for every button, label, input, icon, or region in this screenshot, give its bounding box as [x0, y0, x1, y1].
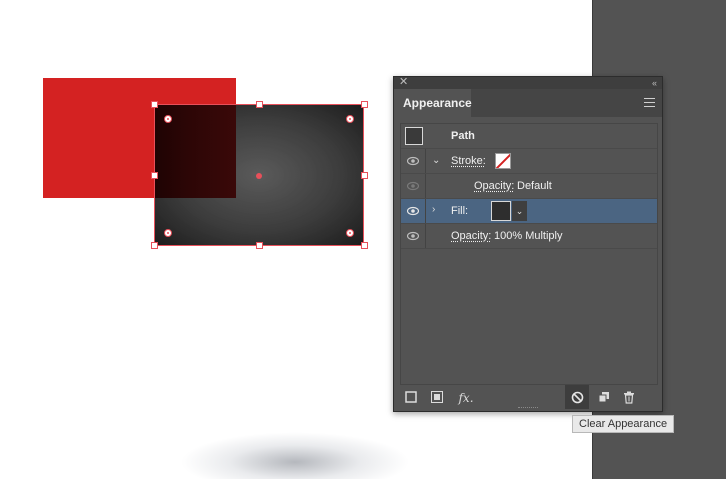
panel-tab-bar: Appearance — [394, 89, 662, 117]
duplicate-item-icon[interactable] — [597, 391, 611, 405]
list-item-stroke-opacity[interactable]: Opacity: Default — [401, 174, 657, 199]
close-icon[interactable]: ✕ — [399, 76, 408, 88]
path-thumbnail — [405, 127, 423, 145]
chevron-right-icon[interactable]: › — [432, 204, 435, 215]
list-item-path[interactable]: Path — [401, 124, 657, 149]
live-corner-widget[interactable] — [164, 115, 172, 123]
delete-item-icon[interactable] — [622, 391, 636, 405]
opacity-label[interactable]: Opacity: — [474, 180, 514, 192]
resize-handle-left[interactable] — [151, 172, 158, 179]
tab-appearance[interactable]: Appearance — [394, 89, 472, 117]
resize-handle-bottom-left[interactable] — [151, 242, 158, 249]
opacity-label[interactable]: Opacity: — [451, 230, 491, 242]
resize-handle-bottom[interactable] — [256, 242, 263, 249]
visibility-eye-icon[interactable] — [407, 181, 419, 191]
path-label: Path — [451, 130, 475, 142]
list-item-fill[interactable]: › Fill: ⌄ — [401, 199, 657, 224]
fill-color-swatch[interactable] — [491, 201, 511, 221]
clear-appearance-icon[interactable] — [570, 391, 584, 405]
live-corner-widget[interactable] — [346, 115, 354, 123]
visibility-eye-icon[interactable] — [407, 206, 419, 216]
appearance-list: Path ⌄ Stroke: Opacity: Default › Fill: … — [400, 123, 658, 385]
resize-handle-right[interactable] — [361, 172, 368, 179]
panel-resize-grip[interactable] — [518, 407, 538, 410]
visibility-eye-icon[interactable] — [407, 231, 419, 241]
resize-handle-bottom-right[interactable] — [361, 242, 368, 249]
tooltip-clear-appearance: Clear Appearance — [572, 415, 675, 433]
stroke-none-swatch[interactable] — [495, 153, 511, 169]
panel-title-bar[interactable]: ✕ ‹‹ — [394, 76, 662, 89]
row-divider — [425, 199, 426, 223]
resize-handle-top[interactable] — [256, 101, 263, 108]
collapse-panel-icon[interactable]: ‹‹ — [652, 77, 657, 89]
live-corner-widget[interactable] — [164, 229, 172, 237]
add-new-fill-icon[interactable] — [430, 391, 444, 405]
list-item-stroke[interactable]: ⌄ Stroke: — [401, 149, 657, 174]
opacity-value: 100% Multiply — [494, 230, 563, 242]
row-divider — [425, 149, 426, 173]
chevron-down-icon[interactable]: ⌄ — [432, 155, 440, 166]
live-corner-widget[interactable] — [346, 229, 354, 237]
stroke-label[interactable]: Stroke: — [451, 155, 486, 167]
appearance-panel[interactable]: ✕ ‹‹ Appearance Path ⌄ Stroke: Opacity: … — [393, 76, 663, 412]
resize-handle-top-left[interactable] — [151, 101, 158, 108]
row-divider — [425, 174, 426, 198]
center-point[interactable] — [256, 173, 262, 179]
fill-label: Fill: — [451, 205, 469, 217]
chevron-down-icon[interactable]: ⌄ — [512, 201, 527, 221]
opacity-value: Default — [517, 180, 552, 192]
visibility-eye-icon[interactable] — [407, 156, 419, 166]
row-divider — [425, 224, 426, 248]
list-item-object-opacity[interactable]: Opacity: 100% Multiply — [401, 224, 657, 249]
panel-menu-icon[interactable] — [644, 98, 655, 107]
add-new-effect-icon[interactable]: fx. — [456, 391, 476, 405]
drop-shadow-blur — [180, 432, 410, 479]
add-new-stroke-icon[interactable] — [404, 391, 418, 405]
resize-handle-top-right[interactable] — [361, 101, 368, 108]
